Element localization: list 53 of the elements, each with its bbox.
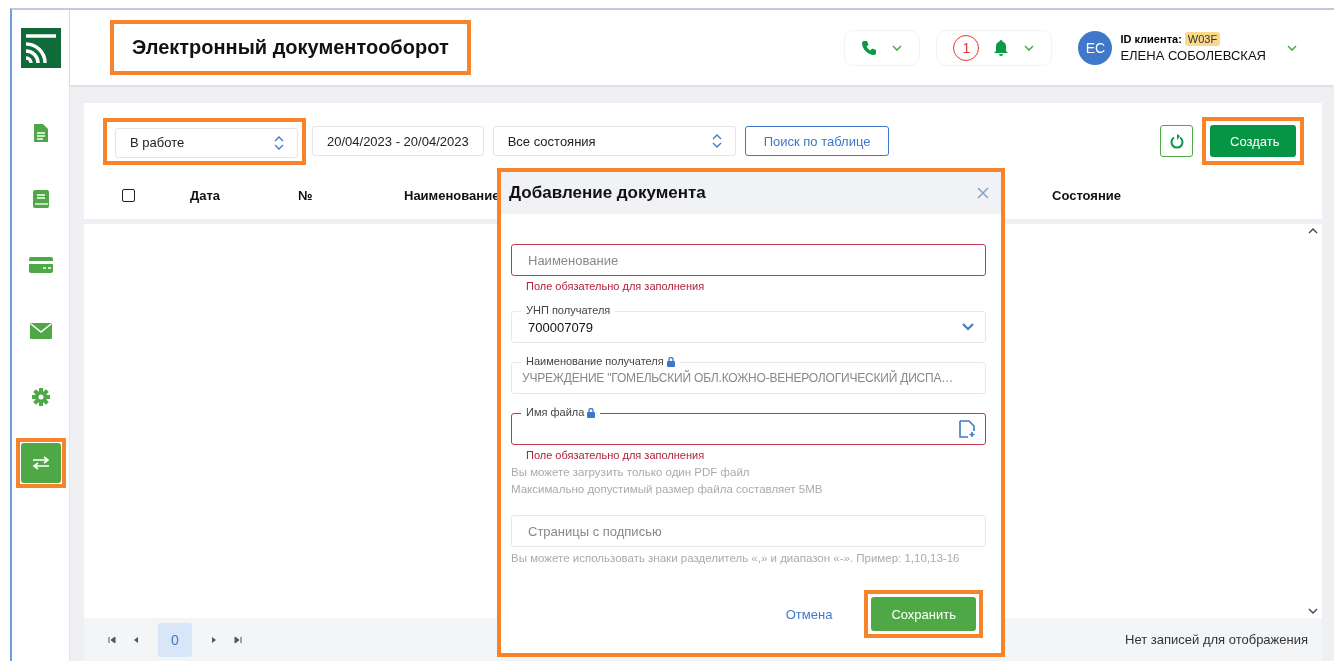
- hint-text: Вы можете загрузить только один PDF файл: [511, 466, 751, 478]
- sort-arrows-icon: [273, 135, 285, 150]
- current-page[interactable]: 0: [158, 622, 192, 657]
- close-icon[interactable]: [977, 187, 989, 199]
- transfer-icon: [31, 456, 50, 470]
- page-title: Электронный документооборот: [131, 35, 450, 60]
- field-label: Имя файла: [526, 406, 585, 419]
- client-id-badge: W03F: [1184, 32, 1221, 46]
- column-header: №: [298, 187, 313, 203]
- text-field[interactable]: Наименование: [511, 244, 986, 276]
- column-header: Состояние: [1052, 187, 1121, 203]
- notifications-menu[interactable]: 1: [936, 29, 1053, 66]
- state-select[interactable]: Все состояния: [492, 126, 736, 156]
- hint-text: Максимально допустимый размер файла составляет 5MB: [511, 483, 824, 495]
- previous-page-icon[interactable]: [132, 635, 140, 644]
- scroll-up-icon[interactable]: [1308, 227, 1318, 235]
- add-file-icon[interactable]: [959, 420, 975, 438]
- column-header: Дата: [190, 187, 221, 203]
- bell-icon: [993, 38, 1010, 57]
- scroll-down-icon[interactable]: [1308, 607, 1318, 615]
- client-id-label: ID клиента:: [1120, 33, 1182, 45]
- mail-icon: [29, 323, 52, 339]
- book-icon: [32, 190, 49, 208]
- avatar: ЕС: [1078, 30, 1113, 65]
- cancel-button[interactable]: Отмена: [785, 606, 833, 622]
- user-name: ЕЛЕНА СОБОЛЕВСКАЯ: [1120, 48, 1266, 63]
- save-button[interactable]: Сохранить: [871, 597, 976, 631]
- logo: [20, 28, 61, 68]
- text-field[interactable]: Страницы с подписью: [511, 515, 986, 547]
- first-page-icon[interactable]: [108, 635, 116, 644]
- empty-message: Нет записей для отображения: [1125, 632, 1308, 647]
- table-search-button[interactable]: Поиск по таблице: [744, 126, 890, 156]
- column-header: Наименование: [404, 187, 500, 203]
- document-icon: [33, 124, 48, 142]
- date-range-field[interactable]: 20/04/2023 - 20/04/2023: [312, 126, 484, 156]
- refresh-icon: [1169, 133, 1184, 149]
- field-label: Наименование получателя: [526, 355, 664, 368]
- chevron-down-icon: [961, 322, 975, 332]
- create-button[interactable]: Создать: [1210, 125, 1296, 157]
- error-message: Поле обязательно для заполнения: [526, 280, 706, 292]
- error-message: Поле обязательно для заполнения: [526, 449, 706, 461]
- hint-text: Вы можете использовать знаки разделитель «,» и диапазон «-». Пример: 1,10,13-16: [511, 552, 961, 564]
- card-icon: [28, 257, 53, 273]
- status-select[interactable]: В работе: [115, 127, 298, 158]
- next-page-icon[interactable]: [210, 635, 218, 644]
- settings-icon: [31, 388, 50, 406]
- dialog-title: Добавление документа: [509, 183, 706, 203]
- last-page-icon[interactable]: [234, 635, 242, 644]
- phone-menu[interactable]: [844, 29, 921, 66]
- refresh-button[interactable]: [1160, 125, 1193, 157]
- select-all-checkbox[interactable]: [122, 188, 135, 202]
- phone-icon: [861, 39, 878, 56]
- sort-arrows-icon: [710, 134, 723, 148]
